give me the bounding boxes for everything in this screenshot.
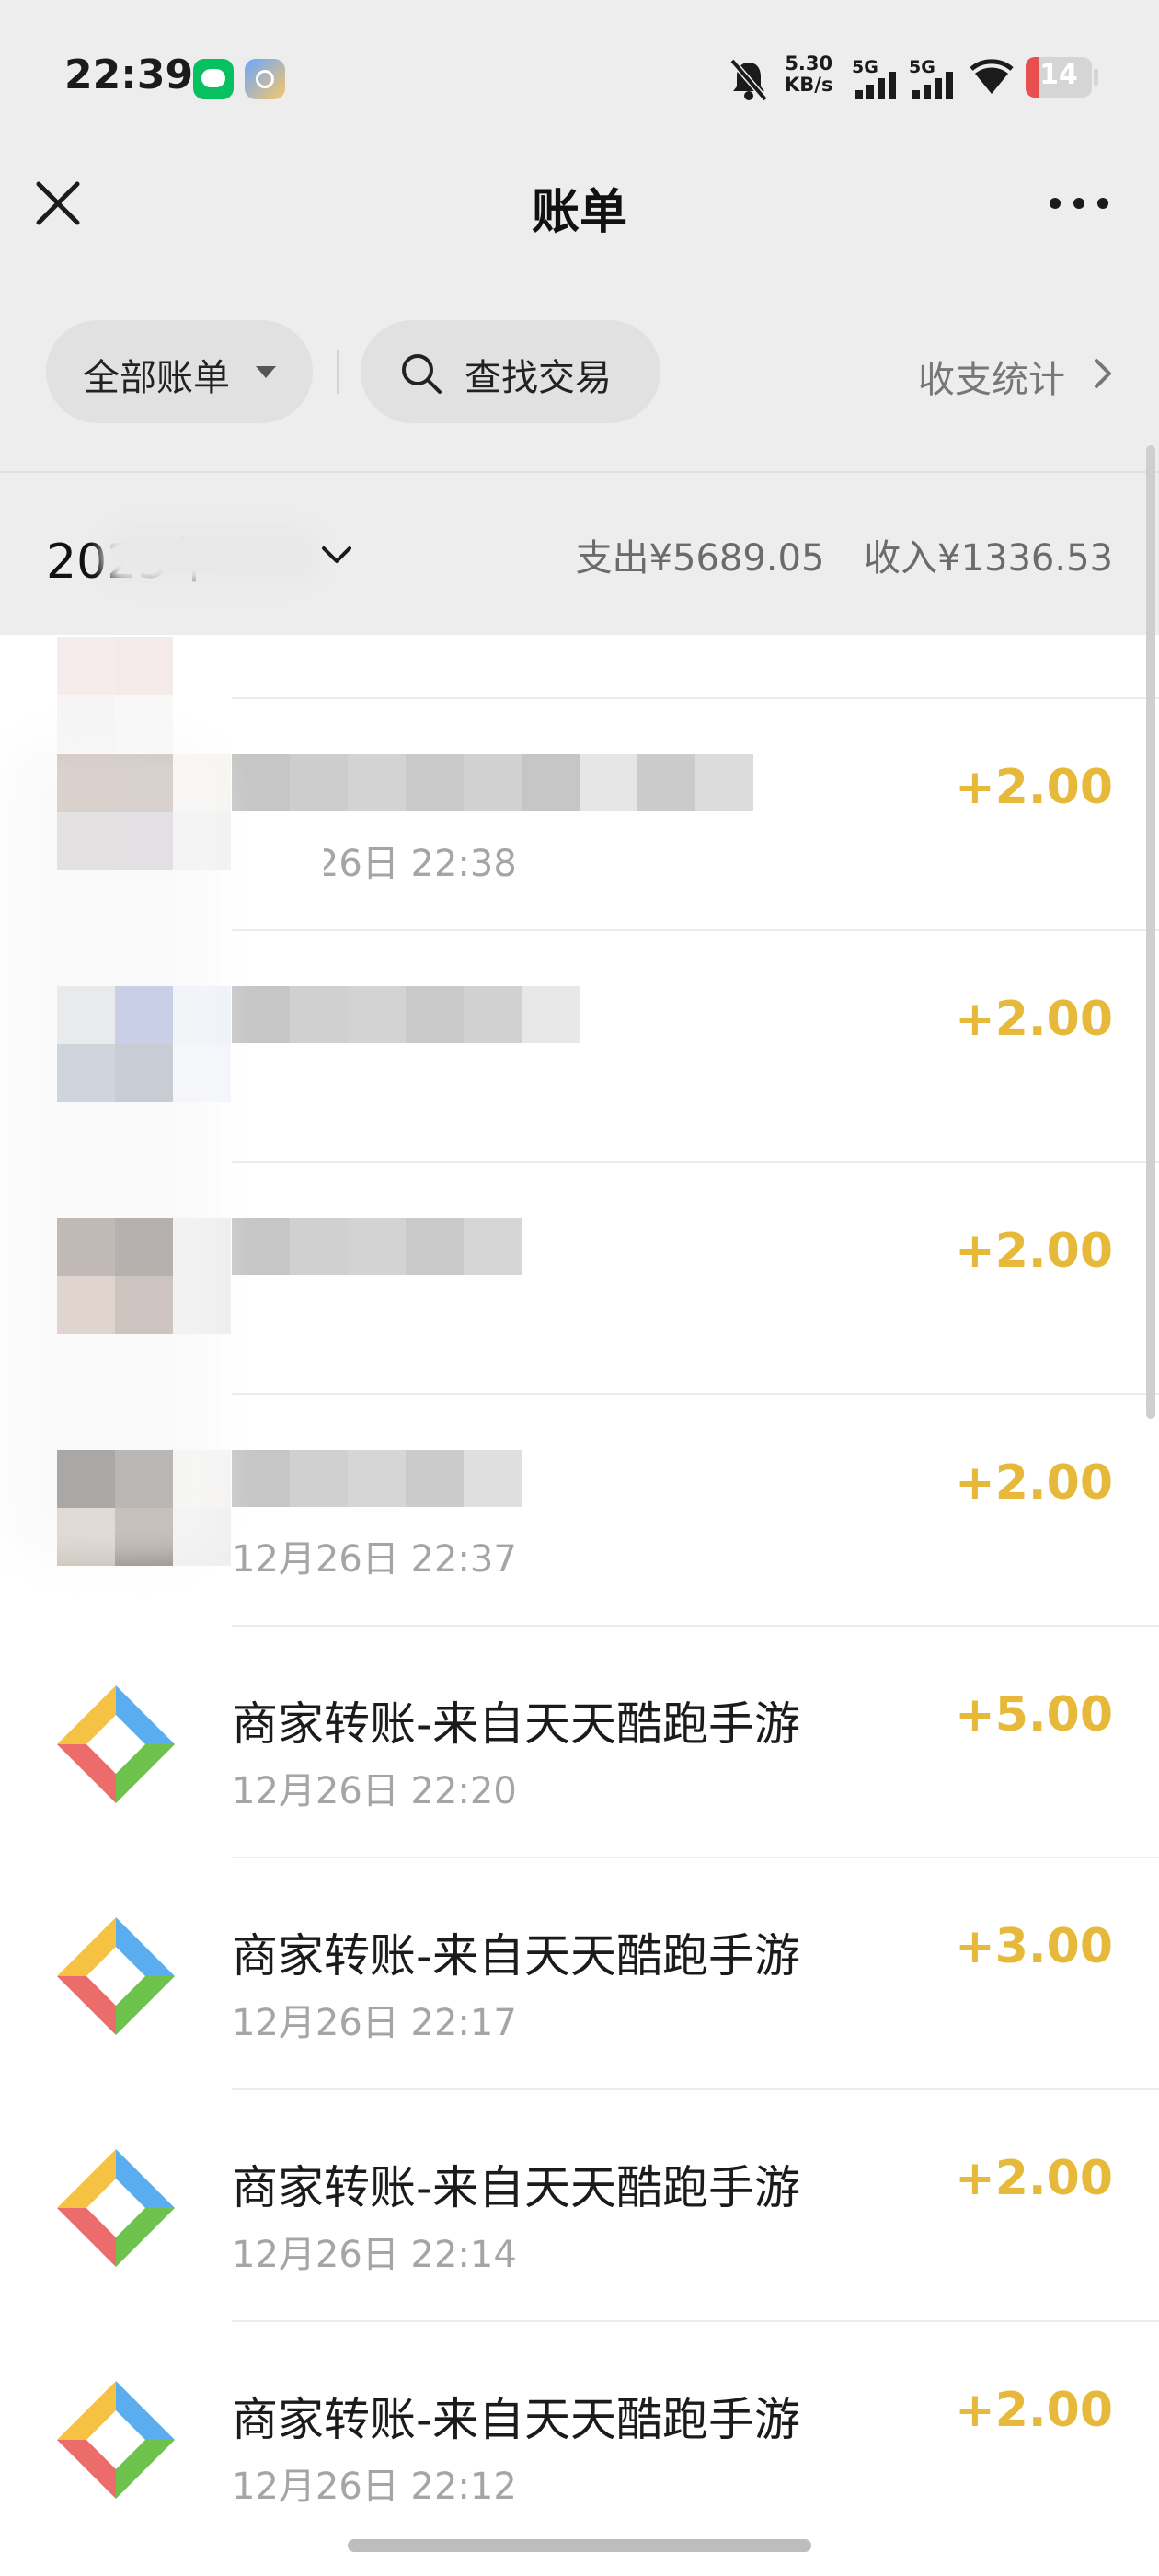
- redacted-title: [232, 754, 753, 811]
- transaction-amount: +2.00: [955, 1455, 1113, 1511]
- transaction-time: 12月26日 22:38: [232, 843, 517, 885]
- wifi-icon: [970, 59, 1014, 94]
- all-bills-filter[interactable]: 全部账单: [46, 320, 313, 423]
- transaction-amount: +2.00: [955, 2151, 1113, 2206]
- transaction-time: 12月26日 22:12: [232, 2466, 517, 2508]
- page-title: 账单: [531, 185, 627, 240]
- divider: [337, 350, 339, 394]
- redacted-title: [232, 1218, 522, 1275]
- battery-icon: 14: [1026, 57, 1092, 98]
- search-icon: [402, 354, 442, 394]
- status-time: 22:39: [64, 52, 194, 98]
- transaction-row[interactable]: 商家转账-来自天天酷跑手游 12月26日 22:12 +2.00: [0, 2322, 1159, 2554]
- transaction-amount: +5.00: [955, 1687, 1113, 1742]
- transaction-amount: +2.00: [955, 1224, 1113, 1279]
- transaction-amount: +2.00: [955, 2383, 1113, 2438]
- search-transactions-button[interactable]: 查找交易: [361, 320, 660, 423]
- chevron-right-icon: [1095, 359, 1111, 388]
- transaction-amount: +2.00: [955, 992, 1113, 1047]
- redacted-region: [0, 736, 221, 1564]
- signal-icon: 5G: [909, 57, 957, 99]
- chevron-down-icon[interactable]: [318, 537, 355, 574]
- transaction-title: 商家转账-来自天天酷跑手游: [232, 1929, 801, 1983]
- transaction-amount: +3.00: [955, 1919, 1113, 1974]
- scrollbar[interactable]: [1146, 445, 1155, 1419]
- transaction-title: 商家转账-来自天天酷跑手游: [232, 2393, 801, 2446]
- bell-off-icon: [729, 58, 768, 102]
- more-icon[interactable]: [1044, 180, 1114, 226]
- total-expense: 支出¥5689.05: [575, 537, 825, 580]
- transaction-time: 12月26日 22:17: [232, 2002, 517, 2044]
- transaction-time: 12月26日 22:20: [232, 1770, 517, 1812]
- merchant-logo-icon: [57, 2149, 175, 2267]
- redacted-region: [101, 524, 322, 585]
- network-speed: 5.30 KB/s: [785, 52, 833, 96]
- transaction-row[interactable]: 商家转账-来自天天酷跑手游 12月26日 22:14 +2.00: [0, 2090, 1159, 2322]
- redacted-title: [232, 1450, 522, 1507]
- transaction-time: 12月26日 22:14: [232, 2234, 517, 2276]
- home-indicator[interactable]: [348, 2539, 811, 2552]
- income-expense-stats-link[interactable]: 收支统计: [918, 350, 1111, 403]
- wechat-icon: [193, 59, 234, 99]
- merchant-logo-icon: [57, 1685, 175, 1803]
- total-income: 收入¥1336.53: [864, 537, 1113, 580]
- merchant-logo-icon: [57, 2381, 175, 2499]
- caret-down-icon: [256, 366, 276, 378]
- divider: [0, 471, 1159, 473]
- battery-tip: [1094, 69, 1098, 86]
- stats-label: 收支统计: [918, 359, 1065, 401]
- search-label: 查找交易: [465, 357, 612, 399]
- transaction-row[interactable]: 商家转账-来自天天酷跑手游 12月26日 22:17 +3.00: [0, 1858, 1159, 2090]
- merchant-logo-icon: [57, 1917, 175, 2035]
- redacted-title: [232, 986, 580, 1043]
- all-bills-label: 全部账单: [83, 357, 230, 399]
- transaction-row[interactable]: 商家转账-来自天天酷跑手游 12月26日 22:20 +5.00: [0, 1627, 1159, 1858]
- transaction-title: 商家转账-来自天天酷跑手游: [232, 1697, 801, 1751]
- month-totals: 支出¥5689.05 收入¥1336.53: [548, 528, 1113, 581]
- transaction-time: 12月26日 22:37: [232, 1538, 517, 1581]
- transaction-amount: +2.00: [955, 760, 1113, 815]
- transaction-title: 商家转账-来自天天酷跑手游: [232, 2161, 801, 2214]
- signal-icon: 5G: [852, 57, 900, 99]
- app-icon: [245, 59, 285, 99]
